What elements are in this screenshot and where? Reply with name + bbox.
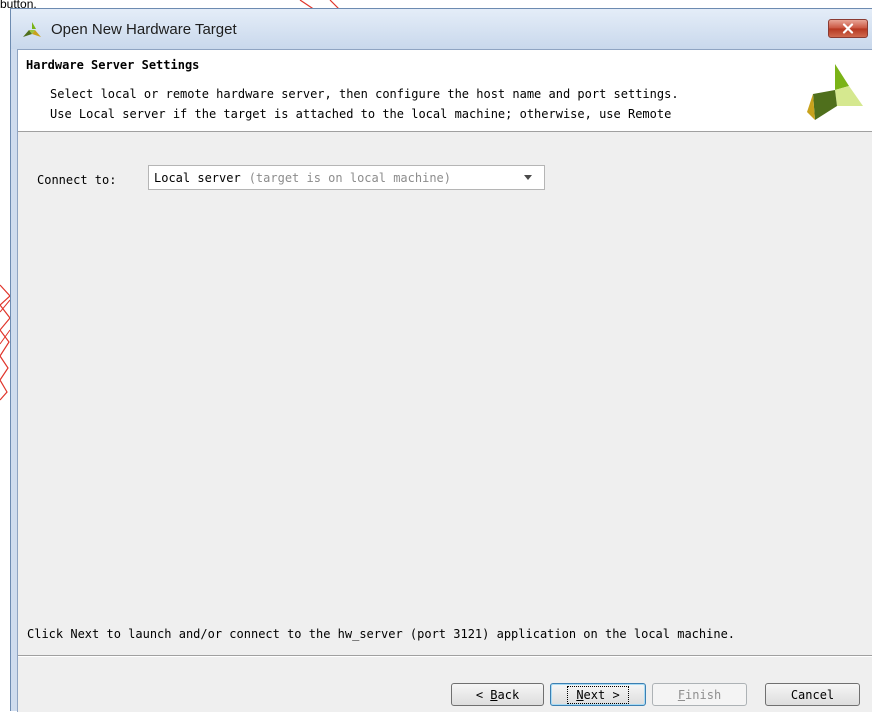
chevron-down-icon[interactable] [524,175,532,180]
info-message: Click Next to launch and/or connect to t… [27,627,736,641]
back-button-prefix: < [475,687,491,702]
next-button[interactable]: Next > [550,683,646,706]
header-panel: Hardware Server Settings Select local or… [18,50,872,132]
next-button-label: ext > [583,687,620,702]
vivado-app-icon [23,22,41,37]
header-description-line-1: Select local or remote hardware server, … [50,87,679,101]
window-title: Open New Hardware Target [51,21,237,38]
next-button-focus-ring: Next > [567,685,629,704]
dialog-window: Open New Hardware Target Hardware Server… [10,8,872,712]
finish-button-label: inish [685,687,722,702]
footer-divider [18,655,872,657]
xilinx-logo [807,64,863,120]
dialog-content: Hardware Server Settings Select local or… [17,49,872,712]
back-button-label: ack [497,687,520,702]
close-icon [842,23,854,34]
page-title: Hardware Server Settings [26,58,200,72]
next-button-mnemonic: N [576,687,584,702]
title-bar[interactable]: Open New Hardware Target [11,9,872,49]
finish-button-mnemonic: F [677,687,686,702]
cancel-button[interactable]: Cancel [765,683,860,706]
header-description-line-2: Use Local server if the target is attach… [50,107,672,121]
close-button[interactable] [828,19,868,38]
back-button-mnemonic: B [490,687,498,702]
dropdown-selected-value: Local server [154,170,241,185]
connect-to-dropdown[interactable]: Local server (target is on local machine… [148,165,545,190]
finish-button[interactable]: Finish [652,683,747,706]
back-button[interactable]: < Back [451,683,544,706]
background-text-fragment: button. [0,0,37,8]
connect-to-label: Connect to: [37,173,117,187]
dropdown-selected-hint: (target is on local machine) [248,170,451,185]
